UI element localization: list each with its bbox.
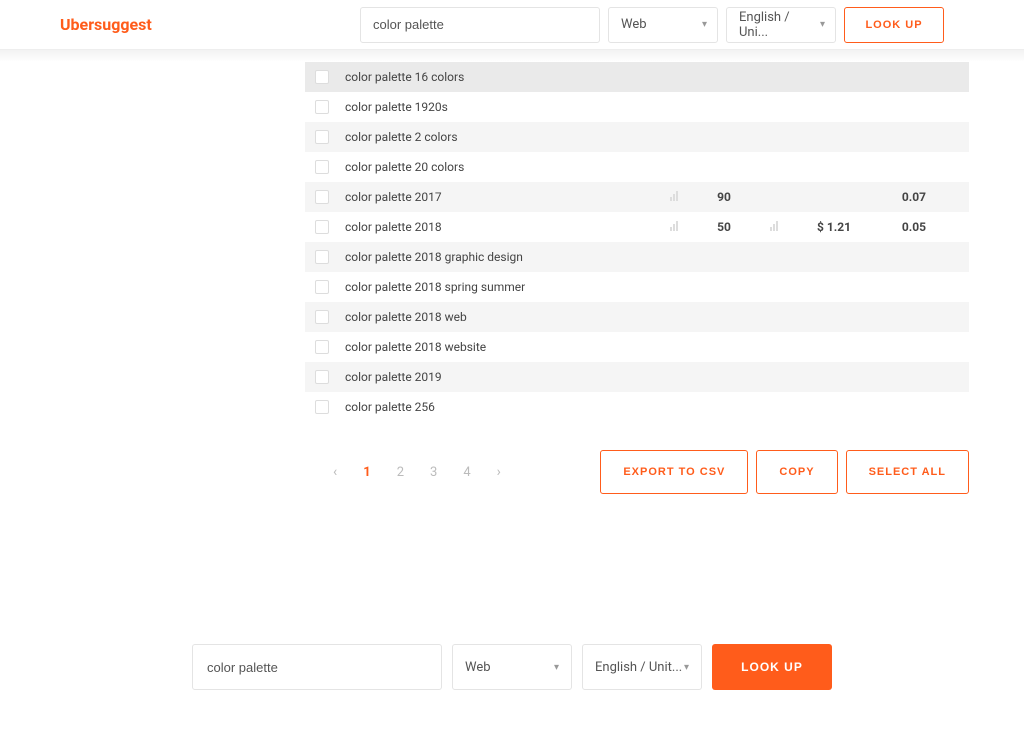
row-checkbox[interactable] (315, 310, 329, 324)
keyword-cell: color palette 2018 graphic design (339, 250, 659, 264)
keyword-cell: color palette 1920s (339, 100, 659, 114)
pagination: ‹ 1 2 3 4 › (333, 464, 501, 480)
chevron-down-icon: ▾ (554, 662, 559, 673)
keyword-cell: color palette 2017 (339, 190, 659, 204)
copy-button[interactable]: COPY (756, 450, 837, 494)
row-checkbox[interactable] (315, 340, 329, 354)
results-footer: ‹ 1 2 3 4 › EXPORT TO CSV COPY SELECT ALL (305, 450, 969, 494)
chevron-down-icon: ▾ (702, 19, 707, 30)
table-row: color palette 2017 90 0.07 (305, 182, 969, 212)
keyword-cell: color palette 2018 (339, 220, 659, 234)
header-bar: Ubersuggest Web ▾ English / Uni... ▾ LOO… (0, 0, 1024, 50)
results-table: color palette 16 colors color palette 192… (305, 62, 969, 422)
footer-search-input[interactable] (192, 644, 442, 690)
header-controls: Web ▾ English / Uni... ▾ LOOK UP (360, 7, 944, 43)
cpc-cell: $ 1.21 (789, 220, 879, 234)
row-checkbox[interactable] (315, 160, 329, 174)
keyword-cell: color palette 2018 spring summer (339, 280, 659, 294)
locale-select-label: English / Uni... (739, 10, 820, 40)
page-4[interactable]: 4 (463, 465, 470, 480)
row-checkbox[interactable] (315, 370, 329, 384)
footer-search-bar: Web ▾ English / Unit... ▾ LOOK UP (192, 644, 832, 690)
chevron-down-icon: ▾ (820, 19, 825, 30)
table-row: color palette 2018 web (305, 302, 969, 332)
row-checkbox[interactable] (315, 100, 329, 114)
header-shadow (0, 50, 1024, 62)
table-row: color palette 1920s (305, 92, 969, 122)
keyword-cell: color palette 2018 website (339, 340, 659, 354)
page-1[interactable]: 1 (363, 465, 370, 480)
chevron-left-icon[interactable]: ‹ (333, 464, 337, 480)
keyword-cell: color palette 2019 (339, 370, 659, 384)
page-3[interactable]: 3 (430, 465, 437, 480)
export-csv-button[interactable]: EXPORT TO CSV (600, 450, 748, 494)
volume-cell: 90 (689, 190, 759, 204)
keyword-cell: color palette 20 colors (339, 160, 659, 174)
source-select-label: Web (621, 17, 647, 32)
footer-source-select[interactable]: Web ▾ (452, 644, 572, 690)
table-row: color palette 2019 (305, 362, 969, 392)
row-checkbox[interactable] (315, 280, 329, 294)
footer-locale-select[interactable]: English / Unit... ▾ (582, 644, 702, 690)
table-row: color palette 2018 50 $ 1.210.05 (305, 212, 969, 242)
action-buttons: EXPORT TO CSV COPY SELECT ALL (600, 450, 969, 494)
chevron-right-icon[interactable]: › (497, 464, 501, 480)
bar-chart-icon (670, 191, 678, 201)
keyword-cell: color palette 256 (339, 400, 659, 414)
row-checkbox[interactable] (315, 70, 329, 84)
footer-locale-label: English / Unit... (595, 660, 682, 675)
lookup-button[interactable]: LOOK UP (844, 7, 944, 43)
keyword-cell: color palette 2 colors (339, 130, 659, 144)
select-all-button[interactable]: SELECT ALL (846, 450, 969, 494)
table-row: color palette 2018 website (305, 332, 969, 362)
source-select[interactable]: Web ▾ (608, 7, 718, 43)
keyword-cell: color palette 16 colors (339, 70, 659, 84)
keyword-cell: color palette 2018 web (339, 310, 659, 324)
chevron-down-icon: ▾ (684, 662, 689, 673)
footer-source-label: Web (465, 660, 491, 675)
page-2[interactable]: 2 (397, 465, 404, 480)
row-checkbox[interactable] (315, 250, 329, 264)
row-checkbox[interactable] (315, 130, 329, 144)
bar-chart-icon (770, 221, 778, 231)
sd-cell: 0.05 (879, 220, 969, 234)
volume-cell: 50 (689, 220, 759, 234)
table-row: color palette 2018 spring summer (305, 272, 969, 302)
search-input[interactable] (360, 7, 600, 43)
table-row: color palette 2 colors (305, 122, 969, 152)
table-row: color palette 256 (305, 392, 969, 422)
footer-lookup-button[interactable]: LOOK UP (712, 644, 832, 690)
table-row: color palette 2018 graphic design (305, 242, 969, 272)
row-checkbox[interactable] (315, 220, 329, 234)
row-checkbox[interactable] (315, 400, 329, 414)
row-checkbox[interactable] (315, 190, 329, 204)
table-row: color palette 20 colors (305, 152, 969, 182)
table-row: color palette 16 colors (305, 62, 969, 92)
locale-select[interactable]: English / Uni... ▾ (726, 7, 836, 43)
bar-chart-icon (670, 221, 678, 231)
sd-cell: 0.07 (879, 190, 969, 204)
brand-logo: Ubersuggest (60, 15, 152, 34)
